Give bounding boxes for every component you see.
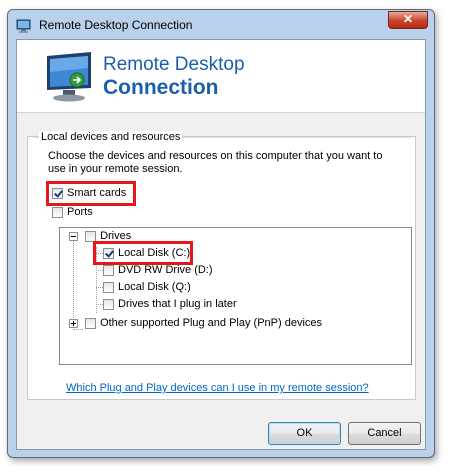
tree-item-dvd-rw-drive[interactable]: DVD RW Drive (D:) bbox=[103, 264, 213, 276]
smart-cards-highlight bbox=[46, 181, 136, 206]
drives-later-label[interactable]: Drives that I plug in later bbox=[118, 298, 237, 310]
dvd-rw-drive-label[interactable]: DVD RW Drive (D:) bbox=[118, 264, 213, 276]
pnp-devices-checkbox[interactable] bbox=[85, 317, 97, 329]
close-icon: ✕ bbox=[402, 12, 414, 26]
expand-icon[interactable] bbox=[69, 318, 78, 328]
local-disk-q-label[interactable]: Local Disk (Q:) bbox=[118, 281, 191, 293]
collapse-icon[interactable] bbox=[69, 231, 78, 241]
banner: Remote Desktop Connection bbox=[17, 40, 425, 112]
tree-line bbox=[96, 270, 103, 271]
ports-option[interactable]: Ports bbox=[52, 206, 93, 218]
close-button[interactable]: ✕ bbox=[388, 11, 428, 29]
ok-button[interactable]: OK bbox=[268, 422, 341, 445]
tree-line bbox=[73, 329, 83, 330]
remote-desktop-window: Remote Desktop Connection ✕ Remote Deskt… bbox=[7, 9, 435, 458]
tree-line bbox=[96, 304, 103, 305]
dvd-rw-drive-checkbox[interactable] bbox=[103, 264, 114, 276]
tree-item-pnp-devices[interactable]: Other supported Plug and Play (PnP) devi… bbox=[69, 317, 322, 329]
ports-label[interactable]: Ports bbox=[67, 206, 93, 218]
cancel-button[interactable]: Cancel bbox=[348, 422, 421, 445]
window-title: Remote Desktop Connection bbox=[39, 18, 193, 32]
local-disk-c-highlight bbox=[93, 241, 193, 265]
group-title: Local devices and resources bbox=[39, 131, 183, 143]
remote-desktop-monitor-icon bbox=[47, 52, 91, 102]
pnp-devices-label[interactable]: Other supported Plug and Play (PnP) devi… bbox=[100, 317, 322, 329]
dialog-client-area: Remote Desktop Connection Local devices … bbox=[16, 39, 426, 450]
title-bar[interactable]: Remote Desktop Connection ✕ bbox=[8, 10, 434, 39]
ports-checkbox[interactable] bbox=[52, 206, 63, 218]
tree-item-local-disk-q[interactable]: Local Disk (Q:) bbox=[103, 281, 191, 293]
banner-divider bbox=[17, 112, 425, 113]
group-description: Choose the devices and resources on this… bbox=[48, 150, 383, 175]
banner-title-line2: Connection bbox=[103, 76, 219, 99]
drives-checkbox[interactable] bbox=[85, 230, 97, 242]
banner-title-line1: Remote Desktop bbox=[103, 54, 245, 75]
tree-line bbox=[96, 287, 103, 288]
tree-item-drives-later[interactable]: Drives that I plug in later bbox=[103, 298, 237, 310]
drives-later-checkbox[interactable] bbox=[103, 298, 114, 310]
remote-desktop-icon bbox=[16, 19, 31, 33]
local-disk-q-checkbox[interactable] bbox=[103, 281, 114, 293]
pnp-help-link[interactable]: Which Plug and Play devices can I use in… bbox=[66, 382, 369, 394]
